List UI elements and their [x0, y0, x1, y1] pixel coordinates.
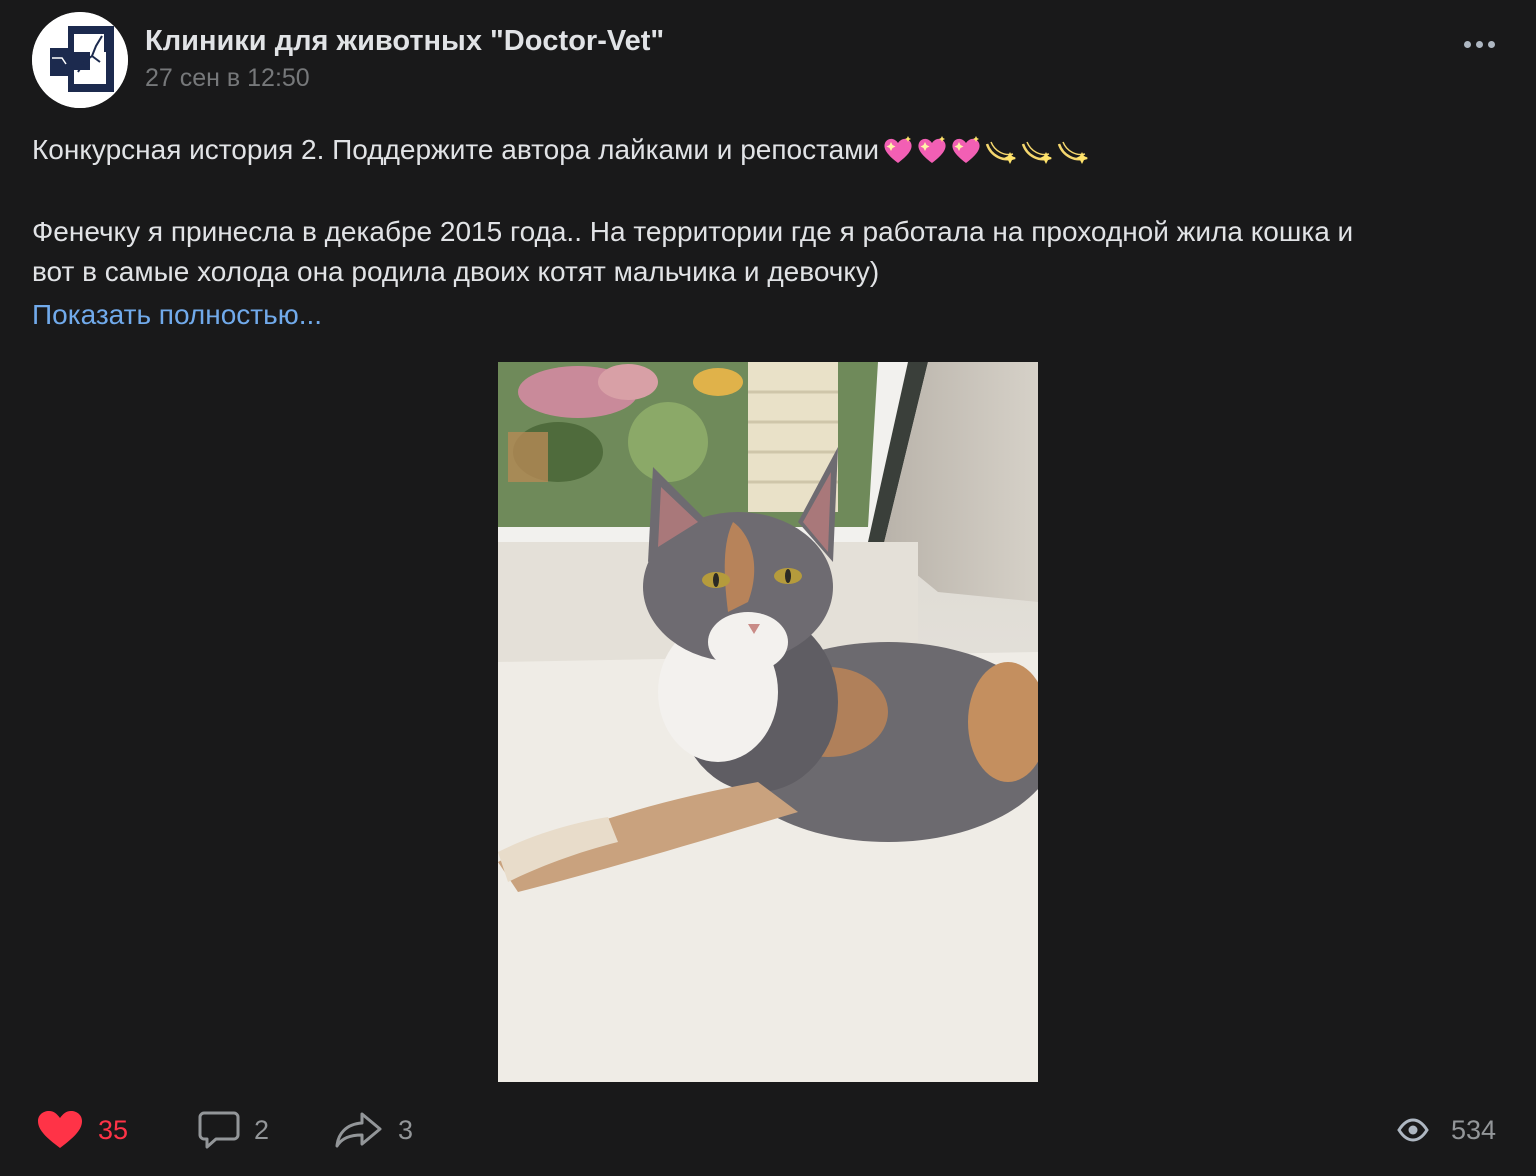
views-count: 534: [1450, 1114, 1496, 1145]
comment-icon: [198, 1111, 240, 1149]
cat-photo-illustration: [498, 362, 1038, 1082]
views-counter: 534: [1397, 1108, 1496, 1152]
community-name[interactable]: Клиники для животных "Doctor-Vet": [145, 25, 664, 58]
more-dots-icon[interactable]: [1456, 26, 1504, 62]
post-text-line: Фенечку я принесла в декабре 2015 года..…: [32, 216, 1354, 247]
post-text-body: Фенечку я принесла в декабре 2015 года..…: [32, 212, 1512, 292]
doctor-vet-logo: [32, 12, 128, 108]
wall-post: Клиники для животных "Doctor-Vet" 27 сен…: [0, 0, 1536, 1176]
share-button[interactable]: 3: [334, 1108, 413, 1152]
dizzy-emoji: [1021, 141, 1053, 164]
post-date[interactable]: 27 сен в 12:50: [145, 64, 310, 93]
share-count: 3: [398, 1114, 414, 1145]
comment-button[interactable]: 2: [198, 1108, 269, 1152]
comment-count: 2: [254, 1114, 270, 1145]
sparkling-heart-emoji: [884, 136, 912, 163]
post-title-text: Конкурсная история 2. Поддержите автора …: [32, 134, 880, 165]
share-arrow-icon: [335, 1112, 382, 1148]
show-more-link[interactable]: Показать полностью...: [32, 299, 322, 331]
post-text-title: Конкурсная история 2. Поддержите автора …: [32, 134, 1091, 166]
post-text-line: вот в самые холода она родила двоих котя…: [32, 256, 880, 287]
post-photo[interactable]: [498, 362, 1038, 1082]
sparkling-heart-emoji: [918, 136, 946, 163]
dizzy-emoji: [1057, 141, 1089, 164]
post-actions: 35 2 3 534: [0, 1100, 1536, 1160]
like-button[interactable]: 35: [36, 1108, 128, 1152]
sparkling-heart-emoji: [952, 136, 980, 163]
like-count: 35: [98, 1114, 129, 1145]
eye-icon: [1397, 1118, 1429, 1142]
emoji-group: [881, 134, 1091, 166]
community-avatar[interactable]: [32, 12, 128, 108]
heart-icon: [38, 1111, 82, 1148]
dizzy-emoji: [985, 141, 1017, 164]
